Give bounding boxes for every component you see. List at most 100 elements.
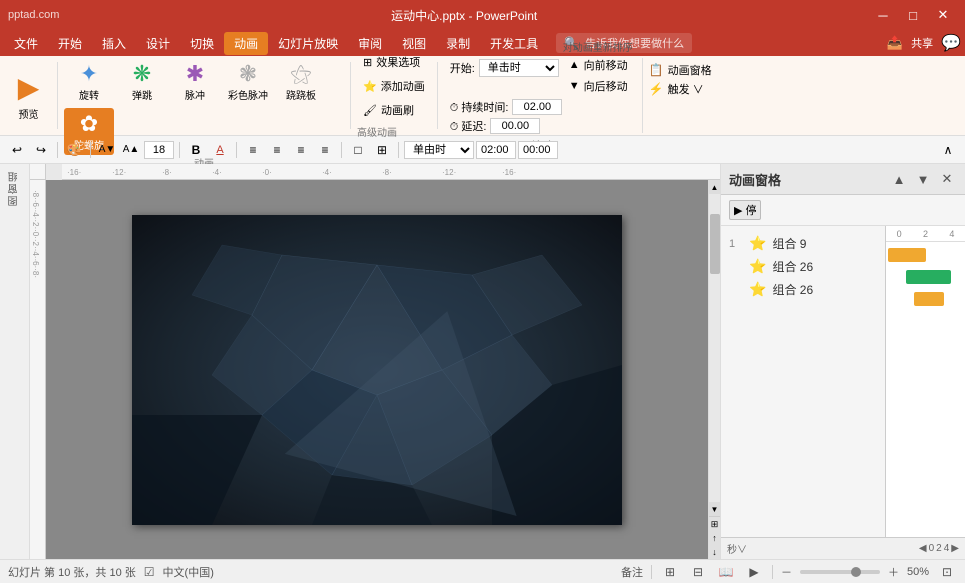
timeline-bar-1 <box>888 248 926 262</box>
move-forward-label: 向前移动 <box>584 57 628 73</box>
canvas-body: ·8··6··4··2··0··2··4··6··8· <box>30 180 720 559</box>
ruler-horizontal: ·16· ·12· ·8· ·4· ·0· ·4· ·8· ·12· ·16· <box>62 164 720 180</box>
paint-format-button[interactable]: 🎨 <box>63 139 85 161</box>
animation-brush-button[interactable]: 🖌 动画刷 <box>357 100 431 120</box>
menu-insert[interactable]: 插入 <box>92 32 136 55</box>
scroll-thumb[interactable] <box>710 214 720 274</box>
menu-slideshow[interactable]: 幻灯片放映 <box>268 32 348 55</box>
anim-item-2[interactable]: ⭐ 组合 26 <box>725 255 881 278</box>
trigger-button[interactable]: ⚡ 触发 ∨ <box>649 81 704 97</box>
zoom-slider[interactable] <box>800 570 880 574</box>
comment-button[interactable]: 💬 <box>941 33 961 53</box>
slide-crystal-svg <box>132 215 622 525</box>
scroll-down-arrow[interactable]: ▼ <box>709 502 721 516</box>
animation-brush-icon: 🖌 <box>363 104 377 117</box>
move-forward-button[interactable]: ▲ 向前移动 <box>563 55 634 75</box>
menu-transition[interactable]: 切换 <box>180 32 224 55</box>
prev-slide-arrow[interactable]: ↑ <box>709 531 721 545</box>
menu-file[interactable]: 文件 <box>4 32 48 55</box>
add-animation-button[interactable]: ⭐ 添加动画 <box>357 76 431 96</box>
font-increase-button[interactable]: A▲ <box>120 139 142 161</box>
duration-input[interactable] <box>512 99 562 115</box>
restore-button[interactable]: □ <box>899 4 927 26</box>
preview-button[interactable]: ▶ 预览 <box>6 58 51 133</box>
time-2: 2 <box>923 229 928 239</box>
anim-bounce[interactable]: ❋ 弹跳 <box>117 58 167 105</box>
align-left-button[interactable]: ≡ <box>242 139 264 161</box>
notes-button[interactable]: 备注 <box>621 564 643 580</box>
time-ruler-left-arrow[interactable]: ◀ <box>919 543 927 554</box>
time-mark-0: 0 <box>929 543 935 554</box>
start-select[interactable]: 单击时 与上一动画同时 上一动画之后 <box>479 59 559 77</box>
anim-color-pulse[interactable]: ❃ 彩色脉冲 <box>223 58 273 105</box>
menu-animation[interactable]: 动画 <box>224 32 268 55</box>
collapse-ribbon-button[interactable]: ∧ <box>937 139 959 161</box>
bold-button[interactable]: B <box>185 139 207 161</box>
close-button[interactable]: ✕ <box>929 4 957 26</box>
bounce-label: 弹跳 <box>132 87 152 102</box>
minimize-button[interactable]: ─ <box>869 4 897 26</box>
justify-button[interactable]: ≡ <box>314 139 336 161</box>
scroll-up-arrow[interactable]: ▲ <box>709 180 721 194</box>
status-sep-1 <box>651 565 652 579</box>
toolbar: ↩ ↪ 🎨 A▼ A▲ B A ≡ ≡ ≡ ≡ □ ⊞ 单由时 ∧ <box>0 136 965 164</box>
menu-start[interactable]: 开始 <box>48 32 92 55</box>
font-decrease-button[interactable]: A▼ <box>96 139 118 161</box>
statusbar-right: 备注 ⊞ ⊟ 📖 ▶ － ＋ 50% ⊡ <box>621 563 957 581</box>
move-back-button[interactable]: ▼ 向后移动 <box>563 76 634 96</box>
reading-view-button[interactable]: 📖 <box>716 563 736 581</box>
time-4: 4 <box>949 229 954 239</box>
anim-teeter[interactable]: ⚝ 跷跷板 <box>276 58 326 105</box>
slide-sorter-button[interactable]: ⊟ <box>688 563 708 581</box>
slide-canvas[interactable] <box>46 180 708 559</box>
color-pulse-label: 彩色脉冲 <box>228 87 268 102</box>
next-slide-arrow[interactable]: ↓ <box>709 545 721 559</box>
transition-time-input[interactable] <box>476 141 516 159</box>
panel-close-button[interactable]: ✕ <box>937 169 957 189</box>
start-label: 开始: <box>450 60 475 76</box>
arrange-button[interactable]: ⊞ <box>371 139 393 161</box>
divider-3 <box>437 62 438 129</box>
ruler-mark-8: ·8· <box>382 168 392 177</box>
zoom-out-button[interactable]: － <box>781 564 792 580</box>
normal-view-button[interactable]: ⊞ <box>660 563 680 581</box>
divider-1 <box>57 62 58 129</box>
zoom-in-button[interactable]: ＋ <box>888 564 899 580</box>
slideshow-button[interactable]: ▶ <box>744 563 764 581</box>
align-center-button[interactable]: ≡ <box>266 139 288 161</box>
ruler-v-mark: ·8··6··4··2··0··2··4··6··8· <box>31 190 40 278</box>
share-button[interactable]: 共享 <box>911 35 933 51</box>
undo-button[interactable]: ↩ <box>6 139 28 161</box>
anim-item-1[interactable]: 1 ⭐ 组合 9 <box>725 232 881 255</box>
delay-time-input[interactable] <box>518 141 558 159</box>
canvas-area: ·16· ·12· ·8· ·4· ·0· ·4· ·8· ·12· ·16· … <box>30 164 720 559</box>
fit-slide-status-button[interactable]: ⊡ <box>937 563 957 581</box>
panel-up-button[interactable]: ▲ <box>889 169 909 189</box>
slide-transition-select[interactable]: 单由时 <box>404 141 474 159</box>
scroll-track[interactable] <box>709 194 720 502</box>
timeline-header: 0 2 4 <box>886 226 965 242</box>
fit-slide-button[interactable]: ⊞ <box>709 517 721 531</box>
toolbar-right: ∧ <box>937 139 959 161</box>
font-size-input[interactable] <box>144 141 174 159</box>
anim-pulse[interactable]: ✱ 脉冲 <box>170 58 220 105</box>
delay-input[interactable] <box>490 118 540 134</box>
time-ruler-right-arrow[interactable]: ▶ <box>951 543 959 554</box>
menu-design[interactable]: 设计 <box>136 32 180 55</box>
anim-item-3[interactable]: ⭐ 组合 26 <box>725 278 881 301</box>
time-ruler: ◀ 0 2 4 ▶ <box>919 543 959 554</box>
align-right-button[interactable]: ≡ <box>290 139 312 161</box>
advanced-anim-label: 高级动画 <box>357 124 431 139</box>
play-button[interactable]: ▶ 停 <box>729 200 761 220</box>
vertical-scrollbar[interactable]: ▲ ▼ ⊞ ↑ ↓ <box>708 180 720 559</box>
animation-pane-button[interactable]: 📋 动画窗格 <box>649 62 712 78</box>
effect-options-button[interactable]: ⊞ 效果选项 <box>357 52 431 72</box>
redo-button[interactable]: ↪ <box>30 139 52 161</box>
status-sep-check: ☑ <box>144 565 155 579</box>
anim-pane-icon: 📋 <box>649 63 664 77</box>
panel-down-button[interactable]: ▼ <box>913 169 933 189</box>
font-color-button[interactable]: A <box>209 139 231 161</box>
shapes-button[interactable]: □ <box>347 139 369 161</box>
anim-rotate[interactable]: ✦ 旋转 <box>64 58 114 105</box>
slide[interactable] <box>132 215 622 525</box>
